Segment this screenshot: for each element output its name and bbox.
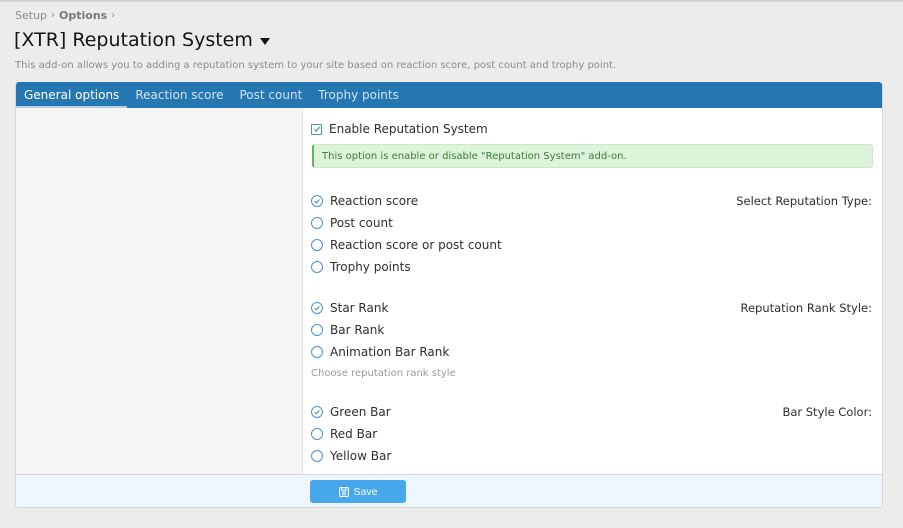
enable-reputation-label: Enable Reputation System <box>329 122 488 136</box>
reputation-type-label: Select Reputation Type: <box>736 194 872 208</box>
radio-checked-icon[interactable] <box>311 302 323 314</box>
radio-reaction-score[interactable]: Reaction score <box>311 194 418 208</box>
rank-style-label: Reputation Rank Style: <box>740 301 872 315</box>
radio-bar-rank[interactable]: Bar Rank <box>311 323 384 337</box>
radio-checked-icon[interactable] <box>311 195 323 207</box>
chevron-right-icon: › <box>111 10 116 21</box>
radio-label: Trophy points <box>330 260 411 274</box>
breadcrumb-setup[interactable]: Setup <box>15 9 47 22</box>
radio-trophy-points[interactable]: Trophy points <box>311 260 411 274</box>
radio-label: Bar Rank <box>330 323 385 337</box>
enable-reputation-checkbox[interactable]: Enable Reputation System <box>311 122 488 136</box>
floppy-disk-icon <box>338 486 349 497</box>
top-shadow <box>0 0 903 3</box>
radio-unchecked-icon[interactable] <box>311 346 323 358</box>
tab-post-count[interactable]: Post count <box>232 82 311 108</box>
tab-trophy-points[interactable]: Trophy points <box>310 82 407 108</box>
tab-bar: General options Reaction score Post coun… <box>16 82 882 108</box>
radio-red-bar[interactable]: Red Bar <box>311 427 377 441</box>
radio-unchecked-icon[interactable] <box>311 239 323 251</box>
radio-post-count[interactable]: Post count <box>311 216 393 230</box>
radio-label: Reaction score or post count <box>330 238 502 252</box>
radio-unchecked-icon[interactable] <box>311 428 323 440</box>
radio-star-rank[interactable]: Star Rank <box>311 301 388 315</box>
label-column <box>16 108 303 475</box>
caret-down-icon[interactable] <box>259 37 270 45</box>
radio-label: Green Bar <box>330 405 391 419</box>
save-button-label: Save <box>353 485 378 498</box>
bar-color-label: Bar Style Color: <box>782 405 872 419</box>
page-description: This add-on allows you to adding a reput… <box>15 60 617 71</box>
radio-label: Reaction score <box>330 194 419 208</box>
breadcrumb-options[interactable]: Options <box>59 9 107 22</box>
radio-label: Red Bar <box>330 427 378 441</box>
tab-reaction-score[interactable]: Reaction score <box>127 82 231 108</box>
tab-general-options[interactable]: General options <box>16 82 128 108</box>
page-title: [XTR] Reputation System <box>14 29 270 51</box>
radio-animation-bar-rank[interactable]: Animation Bar Rank <box>311 345 449 359</box>
radio-label: Star Rank <box>330 301 389 315</box>
radio-reaction-or-post[interactable]: Reaction score or post count <box>311 238 502 252</box>
options-block: General options Reaction score Post coun… <box>15 82 883 508</box>
radio-yellow-bar[interactable]: Yellow Bar <box>311 449 391 463</box>
save-button[interactable]: Save <box>310 480 406 503</box>
rank-style-explain: Choose reputation rank style <box>311 368 456 379</box>
chevron-right-icon: › <box>51 10 56 21</box>
form-body: Enable Reputation System This option is … <box>16 108 882 475</box>
radio-label: Yellow Bar <box>330 449 392 463</box>
radio-label: Post count <box>330 216 393 230</box>
page-title-text: [XTR] Reputation System <box>14 29 253 51</box>
checkbox-checked-icon[interactable] <box>311 123 322 135</box>
enable-hint-box: This option is enable or disable "Reputa… <box>312 144 873 168</box>
radio-unchecked-icon[interactable] <box>311 450 323 462</box>
radio-green-bar[interactable]: Green Bar <box>311 405 391 419</box>
radio-unchecked-icon[interactable] <box>311 217 323 229</box>
radio-unchecked-icon[interactable] <box>311 261 323 273</box>
radio-unchecked-icon[interactable] <box>311 324 323 336</box>
breadcrumb: Setup › Options › <box>15 9 115 22</box>
radio-label: Animation Bar Rank <box>330 345 450 359</box>
radio-checked-icon[interactable] <box>311 406 323 418</box>
form-footer: Save <box>16 474 882 507</box>
